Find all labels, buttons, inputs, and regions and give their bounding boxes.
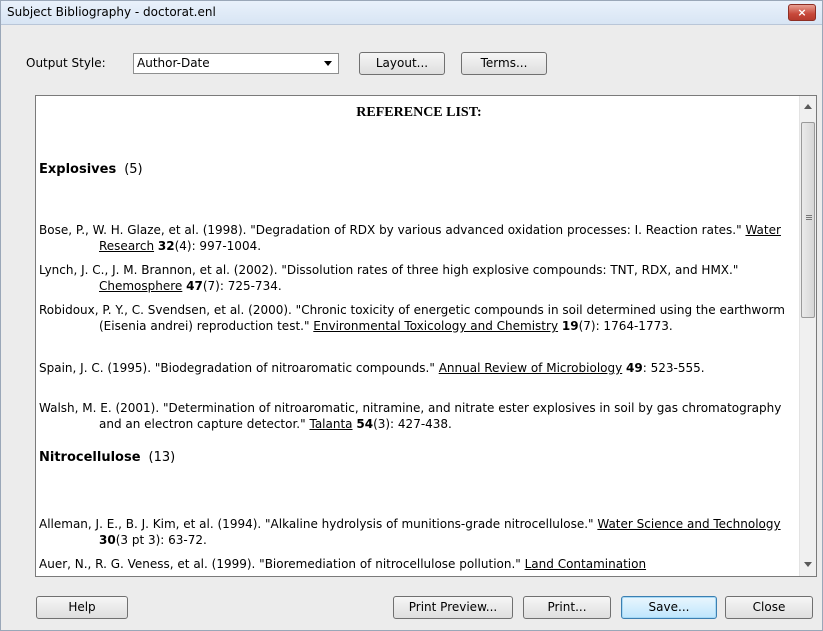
journal-volume: 47: [186, 279, 203, 293]
reference-text: Alleman, J. E., B. J. Kim, et al. (1994)…: [39, 517, 598, 531]
reference-pages: : 523-555.: [642, 361, 705, 375]
section-title: Explosives: [39, 162, 117, 177]
section-title: Nitrocellulose: [39, 450, 141, 465]
journal-title: Annual Review of Microbiology: [438, 361, 623, 375]
section-heading-explosives: Explosives (5): [39, 162, 143, 178]
reference-entry: Robidoux, P. Y., C. Svendsen, et al. (20…: [39, 302, 799, 334]
output-style-select[interactable]: Author-Date: [133, 53, 339, 74]
section-count: (13): [148, 450, 176, 465]
output-style-value: Author-Date: [137, 56, 210, 70]
section-heading-nitrocellulose: Nitrocellulose (13): [39, 450, 175, 466]
help-button[interactable]: Help: [36, 596, 128, 619]
scrollbar-thumb[interactable]: [801, 122, 815, 318]
reference-text: Spain, J. C. (1995). "Biodegradation of …: [39, 361, 439, 375]
vertical-scrollbar[interactable]: [799, 96, 816, 576]
journal-volume: 32: [157, 239, 175, 253]
reference-entry: Walsh, M. E. (2001). "Determination of n…: [39, 400, 799, 432]
reference-list-pane[interactable]: REFERENCE LIST: Explosives (5) Bose, P., …: [35, 95, 817, 577]
journal-title: Talanta: [309, 417, 353, 431]
save-button[interactable]: Save...: [621, 596, 717, 619]
close-button[interactable]: Close: [725, 596, 813, 619]
journal-title: Water Science and Technology: [597, 517, 781, 531]
reference-pages: (3): 427-438.: [373, 417, 452, 431]
scroll-down-arrow-icon[interactable]: [804, 562, 812, 567]
window-title: Subject Bibliography - doctorat.enl: [7, 5, 216, 19]
reference-pages: (7): 725-734.: [202, 279, 282, 293]
title-bar: Subject Bibliography - doctorat.enl ×: [1, 1, 822, 25]
reference-pages: (3 pt 3): 63-72.: [115, 533, 207, 547]
reference-pages: (7): 1764-1773.: [578, 319, 673, 333]
window-close-icon[interactable]: ×: [788, 4, 816, 21]
reference-entry: Bose, P., W. H. Glaze, et al. (1998). "D…: [39, 222, 799, 254]
journal-volume: 49: [626, 361, 643, 375]
reference-entry: Alleman, J. E., B. J. Kim, et al. (1994)…: [39, 516, 799, 548]
reference-entry: Spain, J. C. (1995). "Biodegradation of …: [39, 360, 799, 376]
reference-text: Bose, P., W. H. Glaze, et al. (1998). "D…: [39, 223, 746, 237]
reference-entry: Lynch, J. C., J. M. Brannon, et al. (200…: [39, 262, 799, 294]
chevron-down-icon: [324, 61, 332, 66]
journal-title: Land Contamination: [524, 557, 647, 571]
journal-title: Environmental Toxicology and Chemistry: [313, 319, 559, 333]
reference-list-heading: REFERENCE LIST:: [356, 105, 482, 120]
reference-text: Auer, N., R. G. Veness, et al. (1999). "…: [39, 557, 525, 571]
reference-pages: (4): 997-1004.: [174, 239, 262, 253]
journal-title: Chemosphere: [99, 279, 183, 293]
print-button[interactable]: Print...: [523, 596, 611, 619]
section-count: (5): [124, 162, 143, 177]
grip-icon: [806, 215, 812, 216]
journal-volume: 19: [561, 319, 579, 333]
output-style-label: Output Style:: [26, 56, 106, 70]
layout-button[interactable]: Layout...: [359, 52, 445, 75]
journal-volume: 30: [99, 533, 116, 547]
scroll-up-arrow-icon[interactable]: [804, 104, 812, 109]
journal-volume: 54: [356, 417, 374, 431]
reference-entry: Auer, N., R. G. Veness, et al. (1999). "…: [39, 556, 799, 572]
reference-text: Lynch, J. C., J. M. Brannon, et al. (200…: [39, 263, 739, 277]
subject-bibliography-dialog: Subject Bibliography - doctorat.enl × Ou…: [0, 0, 823, 631]
terms-button[interactable]: Terms...: [461, 52, 547, 75]
print-preview-button[interactable]: Print Preview...: [393, 596, 513, 619]
